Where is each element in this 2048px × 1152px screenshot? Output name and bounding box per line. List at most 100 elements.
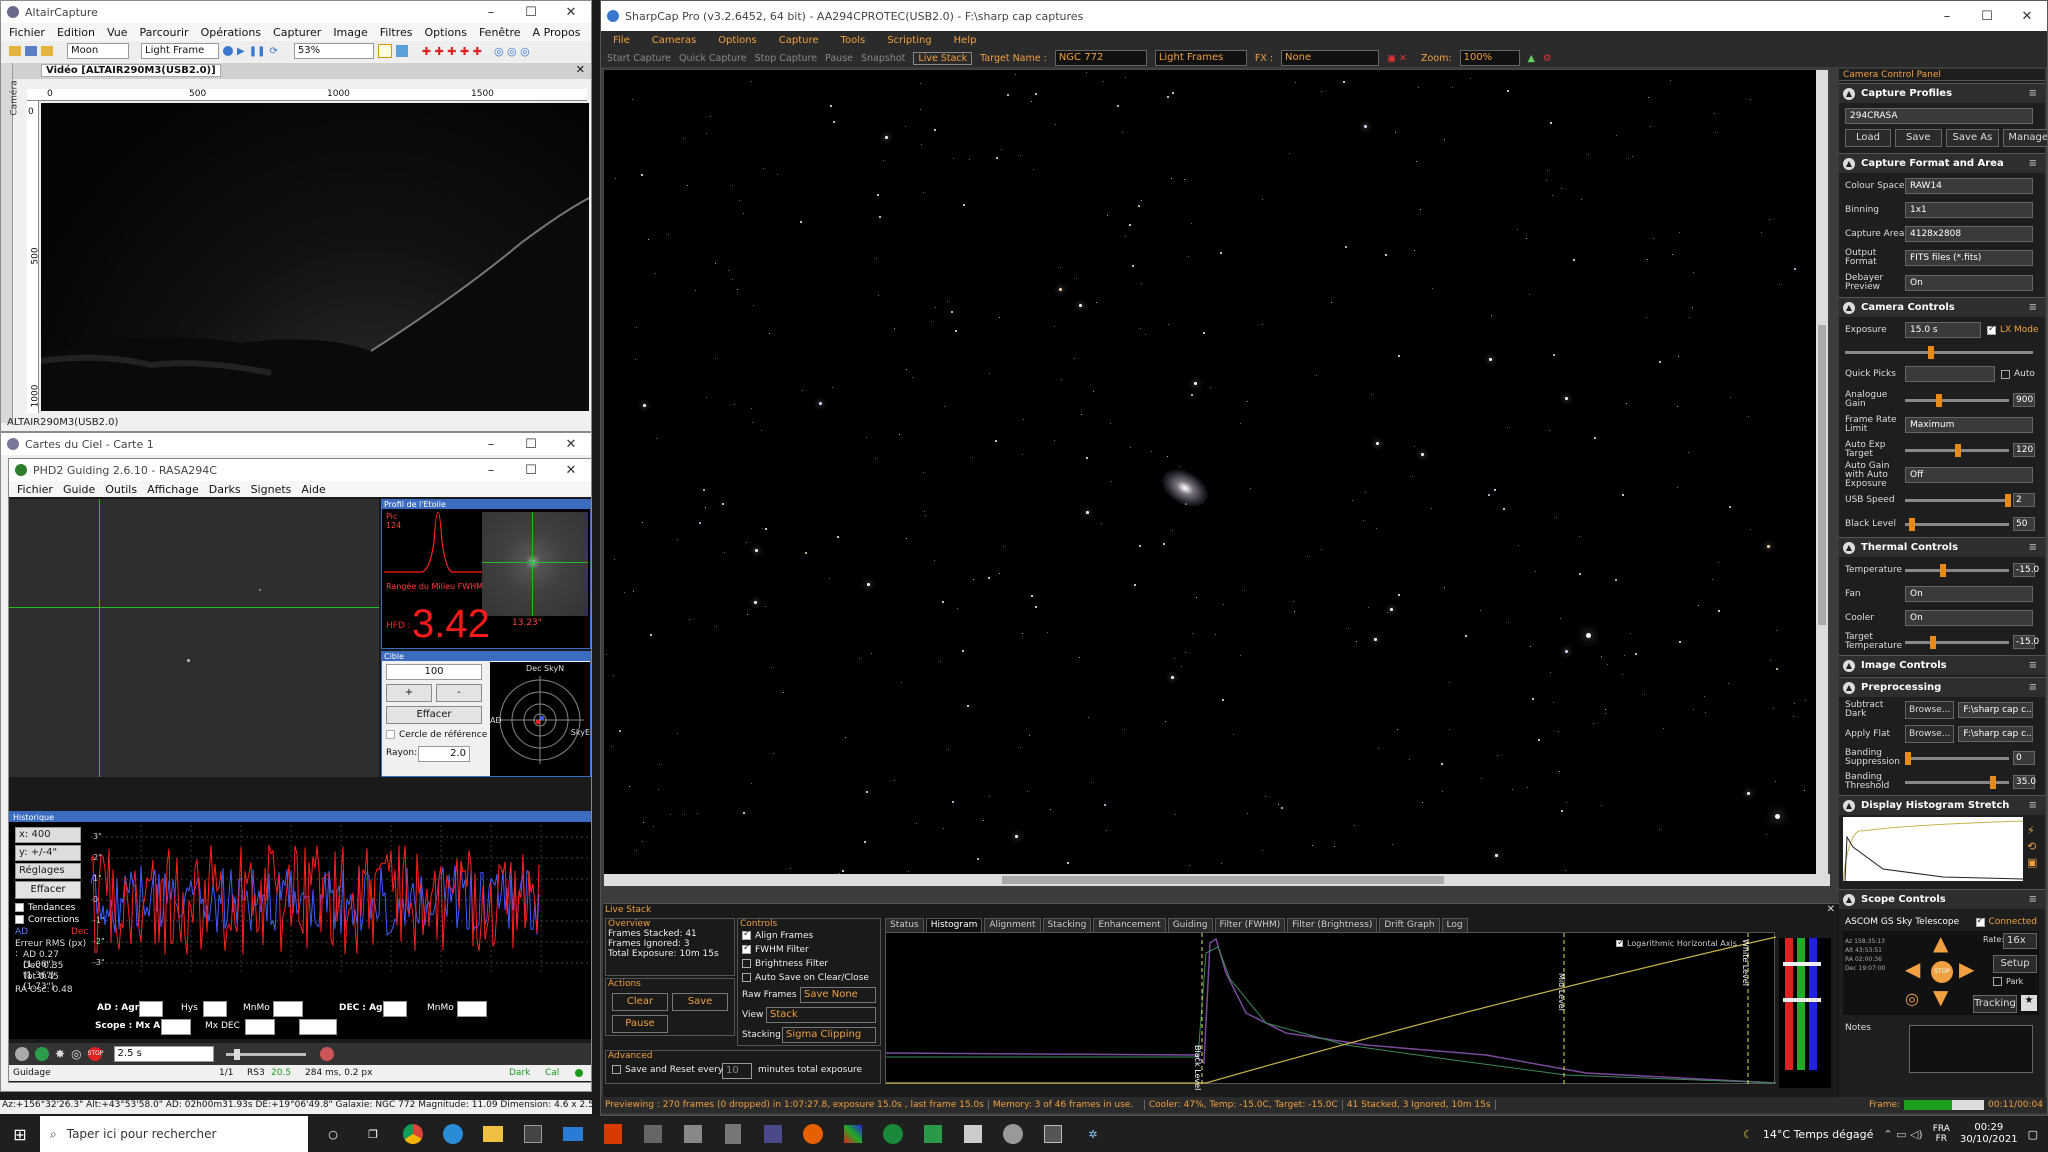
open-folder-icon[interactable] (9, 46, 21, 56)
format-0-select[interactable]: RAW14 (1905, 178, 2033, 194)
collapse-icon[interactable]: ▲ (1843, 301, 1855, 314)
tab-filter-brightness[interactable]: Filter (Brightness) (1287, 918, 1378, 932)
settings-icon[interactable] (377, 44, 392, 58)
close-icon[interactable]: ✕ (551, 437, 591, 452)
autostar-icon[interactable]: ✸ (55, 1047, 65, 1061)
manage-profile-button[interactable]: Manage (2003, 129, 2047, 147)
menu-icon[interactable]: ≡ (2029, 682, 2037, 693)
collapse-icon[interactable]: ▲ (1843, 893, 1855, 906)
slider-knob[interactable] (2004, 493, 2011, 507)
scroll-thumb[interactable] (1002, 876, 1444, 884)
guide-icon[interactable]: ◎ (71, 1047, 81, 1061)
browse-dark-button[interactable]: Browse... (1905, 701, 1955, 719)
west-arrow[interactable]: ◀ (1905, 957, 1920, 981)
profile-select[interactable]: 294CRASA (1845, 108, 2033, 124)
capture-profiles-header[interactable]: ▲ Capture Profiles ≡ (1839, 83, 2045, 103)
scroll-thumb[interactable] (1818, 325, 1826, 625)
menu-item[interactable]: Options (718, 35, 757, 46)
minimize-icon[interactable]: – (471, 437, 511, 452)
calculator-icon[interactable] (720, 1121, 746, 1147)
checkbox-box[interactable] (742, 973, 751, 982)
record-icon[interactable] (223, 46, 233, 56)
grid-icon[interactable] (395, 45, 408, 57)
mx-ad-input[interactable]: 2500 (161, 1019, 191, 1035)
reticle-icon[interactable]: ▣ ✕ (1387, 53, 1407, 64)
menu-item[interactable]: Outils (105, 483, 137, 496)
menu-item[interactable]: Filtres (380, 26, 413, 39)
close-icon[interactable]: ✕ (551, 463, 591, 478)
app-icon-6[interactable] (960, 1121, 986, 1147)
quick-picks-select[interactable] (1905, 366, 1995, 382)
analogue-gain-slider[interactable] (1905, 393, 2009, 407)
target-zoom-select[interactable]: 100 (386, 664, 482, 680)
setup-button[interactable]: Setup (1993, 955, 2037, 973)
menu-icon[interactable]: ≡ (2029, 800, 2037, 811)
firefox-icon[interactable] (800, 1121, 826, 1147)
menu-item[interactable]: Fichier (9, 26, 45, 39)
menu-item[interactable]: Help (954, 35, 977, 46)
task-view-icon[interactable]: ❐ (360, 1121, 386, 1147)
corrections-checkbox[interactable]: Corrections (15, 915, 79, 925)
app-icon-8[interactable] (1040, 1121, 1066, 1147)
banding-threshold-slider[interactable] (1905, 775, 2009, 789)
settings-select[interactable]: Réglages (15, 863, 81, 879)
level-handle[interactable] (1783, 962, 1821, 966)
connected-checkbox[interactable] (1975, 916, 1985, 927)
collapse-icon[interactable]: ▲ (1843, 87, 1855, 100)
target-clear-button[interactable]: Effacer (386, 706, 482, 724)
park-checkbox[interactable]: Park (1993, 977, 2023, 986)
banding-suppression-value[interactable]: 0 (2013, 751, 2035, 765)
south-arrow[interactable]: ▼ (1933, 985, 1948, 1009)
exposure-slider[interactable] (1845, 345, 2033, 359)
save-reset-checkbox[interactable]: Save and Reset every (612, 1065, 723, 1075)
app-icon-5[interactable] (920, 1121, 946, 1147)
menu-item[interactable]: Scripting (887, 35, 931, 46)
connect-icon[interactable] (15, 1047, 29, 1061)
gamma-slider[interactable] (225, 1048, 306, 1060)
blue-level-bar[interactable] (1809, 938, 1817, 1070)
app-icon-3[interactable] (760, 1121, 786, 1147)
altair-titlebar[interactable]: AltairCapture – ☐ ✕ (1, 1, 591, 23)
log-axis-checkbox[interactable]: Logarithmic Horizontal Axis (1616, 938, 1737, 948)
temperature-value[interactable]: -15.0 (2013, 563, 2039, 577)
menu-icon[interactable]: ≡ (2029, 660, 2037, 671)
save-button[interactable]: Save (672, 993, 728, 1011)
app-icon-4[interactable] (880, 1121, 906, 1147)
exposure-input[interactable]: 15.0 s (1905, 322, 1981, 338)
ref-circle-checkbox[interactable]: Cercle de référence (386, 730, 487, 740)
menu-icon[interactable]: ≡ (2029, 158, 2037, 169)
menu-item[interactable]: Capturer (273, 26, 321, 39)
camera-controls-header[interactable]: ▲ Camera Controls ≡ (1839, 297, 2045, 317)
live-stack-button[interactable]: Live Stack (913, 51, 973, 65)
tab-alignment[interactable]: Alignment (984, 918, 1041, 932)
rate-select[interactable]: 16x (2003, 933, 2037, 949)
cortana-icon[interactable]: ○ (320, 1121, 346, 1147)
cdc-titlebar[interactable]: Cartes du Ciel - Carte 1 – ☐ ✕ (1, 433, 591, 455)
image-scrollbar-v[interactable] (1816, 70, 1828, 876)
black-level-value[interactable]: 50 (2013, 517, 2035, 531)
slider-knob[interactable] (233, 1048, 240, 1060)
live-image[interactable] (603, 69, 1830, 887)
slider-knob[interactable] (1990, 775, 1997, 789)
checkbox-box[interactable] (742, 943, 751, 954)
slider-knob[interactable] (1940, 563, 1947, 577)
autosave-checkbox[interactable]: Auto Save on Clear/Close (738, 971, 880, 985)
menu-icon[interactable]: ≡ (2029, 542, 2037, 553)
menu-item[interactable]: Edition (57, 26, 95, 39)
minutes-input[interactable]: 10 (722, 1063, 752, 1079)
minimize-icon[interactable]: – (1927, 9, 1967, 24)
radius-input[interactable]: 2.0 (418, 746, 470, 762)
tab-stacking[interactable]: Stacking (1042, 918, 1092, 932)
trends-checkbox[interactable]: Tendances (15, 903, 75, 913)
slider-knob[interactable] (1929, 635, 1936, 649)
menu-item[interactable]: Capture (779, 35, 819, 46)
usb-speed-value[interactable]: 2 (2013, 493, 2035, 507)
zoom-select[interactable]: 53% (293, 43, 374, 59)
format-2-select[interactable]: 4128x2808 (1905, 226, 2033, 242)
fan-select[interactable]: On (1905, 586, 2033, 602)
menu-item[interactable]: Image (333, 26, 367, 39)
mail-icon[interactable] (560, 1121, 586, 1147)
sharpcap-task-icon[interactable] (840, 1121, 866, 1147)
checkbox-box[interactable] (15, 915, 24, 924)
display-histogram-header[interactable]: ▲ Display Histogram Stretch ≡ (1839, 795, 2045, 815)
